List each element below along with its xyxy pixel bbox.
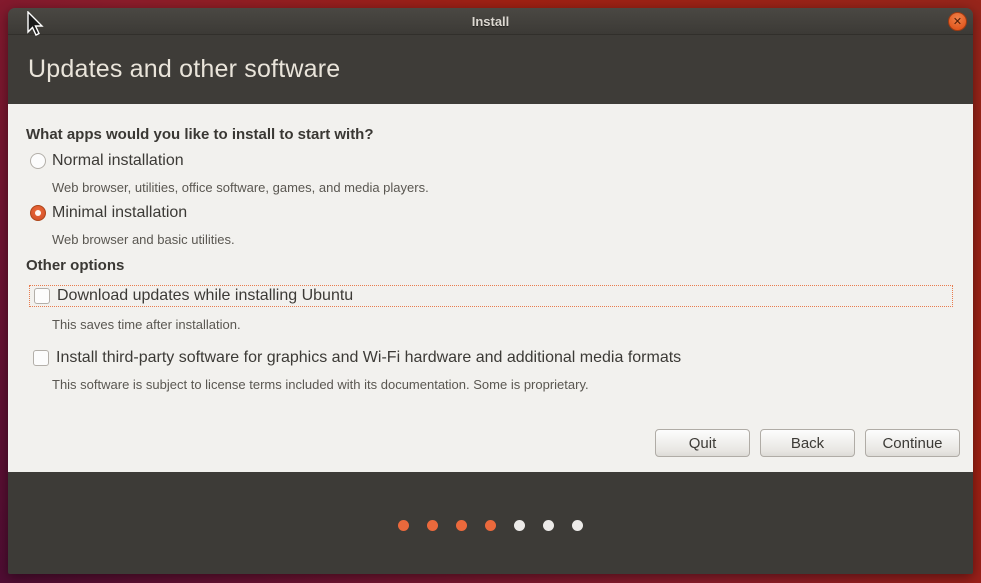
- apps-question-heading: What apps would you like to install to s…: [26, 104, 973, 143]
- progress-dot: [427, 520, 438, 531]
- checkbox-icon[interactable]: [34, 288, 50, 304]
- checkbox-label-download-updates: Download updates while installing Ubuntu: [57, 287, 353, 305]
- progress-dot: [398, 520, 409, 531]
- page-title: Updates and other software: [28, 55, 973, 84]
- back-button[interactable]: Back: [760, 429, 855, 457]
- radio-label-minimal: Minimal installation: [52, 204, 187, 222]
- checkbox-row-download-updates[interactable]: Download updates while installing Ubuntu: [29, 285, 953, 307]
- content-area: What apps would you like to install to s…: [8, 104, 973, 472]
- close-icon: ✕: [953, 16, 962, 27]
- checkbox-description-download-updates: This saves time after installation.: [52, 317, 973, 332]
- radio-button-icon[interactable]: [30, 153, 46, 169]
- radio-button-selected-icon[interactable]: [30, 205, 46, 221]
- installer-window: Install ✕ Updates and other software Wha…: [8, 8, 973, 574]
- continue-button[interactable]: Continue: [865, 429, 960, 457]
- radio-label-normal: Normal installation: [52, 152, 184, 170]
- progress-dot: [543, 520, 554, 531]
- checkbox-row-third-party[interactable]: Install third-party software for graphic…: [33, 349, 973, 367]
- progress-dot: [485, 520, 496, 531]
- progress-dot: [572, 520, 583, 531]
- action-buttons: Quit Back Continue: [655, 429, 960, 457]
- radio-row-normal-installation[interactable]: Normal installation: [30, 152, 973, 170]
- checkbox-description-third-party: This software is subject to license term…: [52, 377, 973, 392]
- checkbox-label-third-party: Install third-party software for graphic…: [56, 349, 681, 367]
- titlebar[interactable]: Install ✕: [8, 8, 973, 35]
- window-title: Install: [472, 14, 510, 29]
- progress-dot: [514, 520, 525, 531]
- radio-row-minimal-installation[interactable]: Minimal installation: [30, 204, 973, 222]
- progress-dots: [398, 520, 583, 531]
- quit-button[interactable]: Quit: [655, 429, 750, 457]
- progress-footer: [8, 472, 973, 574]
- progress-dot: [456, 520, 467, 531]
- other-options-heading: Other options: [26, 257, 973, 274]
- page-header: Updates and other software: [8, 35, 973, 104]
- mouse-cursor-icon: [27, 11, 45, 38]
- checkbox-icon[interactable]: [33, 350, 49, 366]
- radio-description-minimal: Web browser and basic utilities.: [52, 232, 973, 247]
- close-button[interactable]: ✕: [948, 12, 967, 31]
- radio-description-normal: Web browser, utilities, office software,…: [52, 180, 973, 195]
